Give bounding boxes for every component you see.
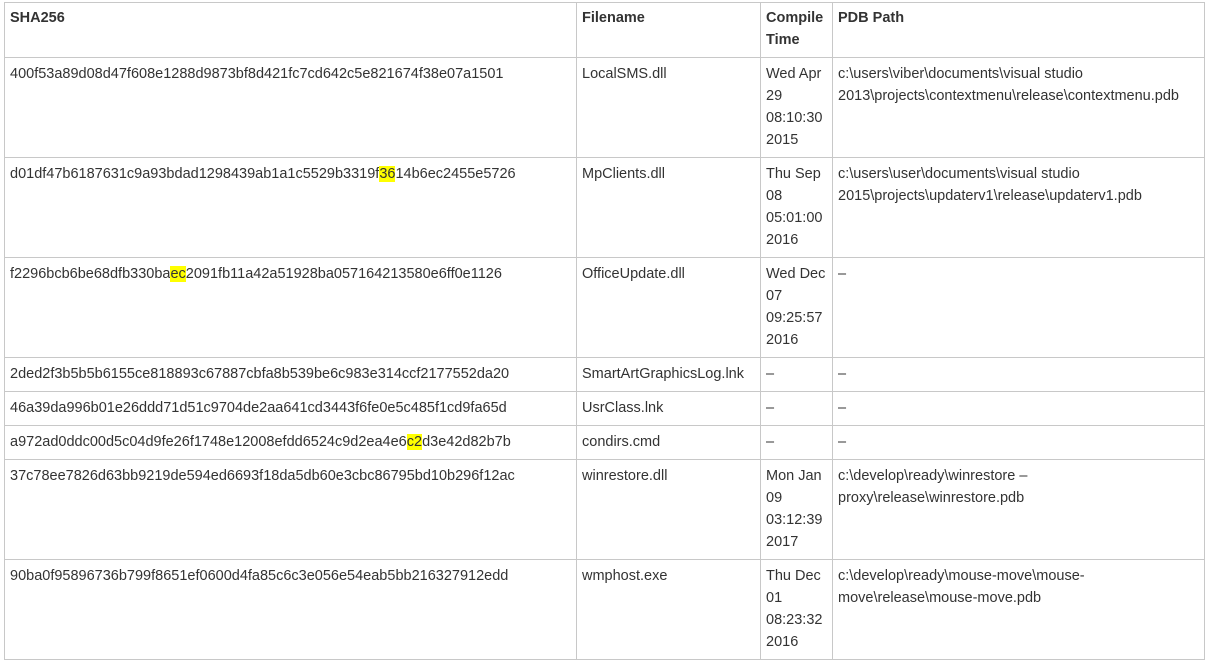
sha256-text-after: 14b6ec2455e5726	[395, 166, 516, 182]
sha256-cell: d01df47b6187631c9a93bdad1298439ab1a1c552…	[4, 157, 577, 258]
filename-cell: MpClients.dll	[576, 157, 761, 258]
sha256-cell: 37c78ee7826d63bb9219de594ed6693f18da5db6…	[4, 459, 577, 560]
filename-cell: SmartArtGraphicsLog.lnk	[576, 357, 761, 392]
sha256-text-after: 2091fb11a42a51928ba057164213580e6ff0e112…	[185, 266, 502, 282]
table-row: 37c78ee7826d63bb9219de594ed6693f18da5db6…	[4, 459, 1205, 560]
pdb-path-cell: c:\develop\ready\winrestore – proxy\rele…	[832, 459, 1205, 560]
table-row: 2ded2f3b5b5b6155ce818893c67887cbfa8b539b…	[4, 357, 1205, 392]
filename-cell: LocalSMS.dll	[576, 57, 761, 158]
sha256-cell: 46a39da996b01e26ddd71d51c9704de2aa641cd3…	[4, 391, 577, 426]
sha256-cell: f2296bcb6be68dfb330baec2091fb11a42a51928…	[4, 257, 577, 358]
compile-time-cell: Thu Dec 01 08:23:32 2016	[760, 559, 833, 660]
pdb-path-cell: –	[832, 257, 1205, 358]
table-row: 400f53a89d08d47f608e1288d9873bf8d421fc7c…	[4, 57, 1205, 158]
pdb-path-cell: –	[832, 425, 1205, 460]
sha256-text-before: f2296bcb6be68dfb330ba	[10, 266, 171, 282]
table-row: f2296bcb6be68dfb330baec2091fb11a42a51928…	[4, 257, 1205, 358]
pdb-path-cell: –	[832, 357, 1205, 392]
sha256-cell: 90ba0f95896736b799f8651ef0600d4fa85c6c3e…	[4, 559, 577, 660]
compile-time-cell: –	[760, 391, 833, 426]
pdb-path-cell: –	[832, 391, 1205, 426]
table-row: 90ba0f95896736b799f8651ef0600d4fa85c6c3e…	[4, 559, 1205, 660]
compile-time-cell: Mon Jan 09 03:12:39 2017	[760, 459, 833, 560]
sha256-cell: 2ded2f3b5b5b6155ce818893c67887cbfa8b539b…	[4, 357, 577, 392]
table-row: a972ad0ddc00d5c04d9fe26f1748e12008efdd65…	[4, 425, 1205, 460]
compile-time-cell: Thu Sep 08 05:01:00 2016	[760, 157, 833, 258]
table-row: d01df47b6187631c9a93bdad1298439ab1a1c552…	[4, 157, 1205, 258]
compile-time-cell: Wed Dec 07 09:25:57 2016	[760, 257, 833, 358]
header-pdb-path: PDB Path	[832, 2, 1205, 58]
sha256-cell: a972ad0ddc00d5c04d9fe26f1748e12008efdd65…	[4, 425, 577, 460]
compile-time-cell: –	[760, 357, 833, 392]
compile-time-cell: Wed Apr 29 08:10:30 2015	[760, 57, 833, 158]
header-sha256: SHA256	[4, 2, 577, 58]
header-row: SHA256 Filename Compile Time PDB Path	[4, 2, 1205, 58]
pdb-path-cell: c:\users\user\documents\visual studio 20…	[832, 157, 1205, 258]
hash-table: SHA256 Filename Compile Time PDB Path 40…	[4, 2, 1205, 660]
sha256-text-after: d3e42d82b7b	[422, 434, 511, 450]
pdb-path-cell: c:\develop\ready\mouse-move\mouse-move\r…	[832, 559, 1205, 660]
sha256-cell: 400f53a89d08d47f608e1288d9873bf8d421fc7c…	[4, 57, 577, 158]
filename-cell: UsrClass.lnk	[576, 391, 761, 426]
sha256-text-before: a972ad0ddc00d5c04d9fe26f1748e12008efdd65…	[10, 434, 407, 450]
filename-cell: wmphost.exe	[576, 559, 761, 660]
c2-highlight: c2	[406, 434, 423, 450]
c2-highlight: 36	[379, 166, 396, 182]
filename-cell: winrestore.dll	[576, 459, 761, 560]
filename-cell: OfficeUpdate.dll	[576, 257, 761, 358]
c2-highlight: ec	[170, 266, 186, 282]
table-body: 400f53a89d08d47f608e1288d9873bf8d421fc7c…	[4, 57, 1205, 660]
header-compile-time: Compile Time	[760, 2, 833, 58]
pdb-path-cell: c:\users\viber\documents\visual studio 2…	[832, 57, 1205, 158]
header-filename: Filename	[576, 2, 761, 58]
compile-time-cell: –	[760, 425, 833, 460]
sha256-text-before: d01df47b6187631c9a93bdad1298439ab1a1c552…	[10, 166, 380, 182]
table-row: 46a39da996b01e26ddd71d51c9704de2aa641cd3…	[4, 391, 1205, 426]
filename-cell: condirs.cmd	[576, 425, 761, 460]
